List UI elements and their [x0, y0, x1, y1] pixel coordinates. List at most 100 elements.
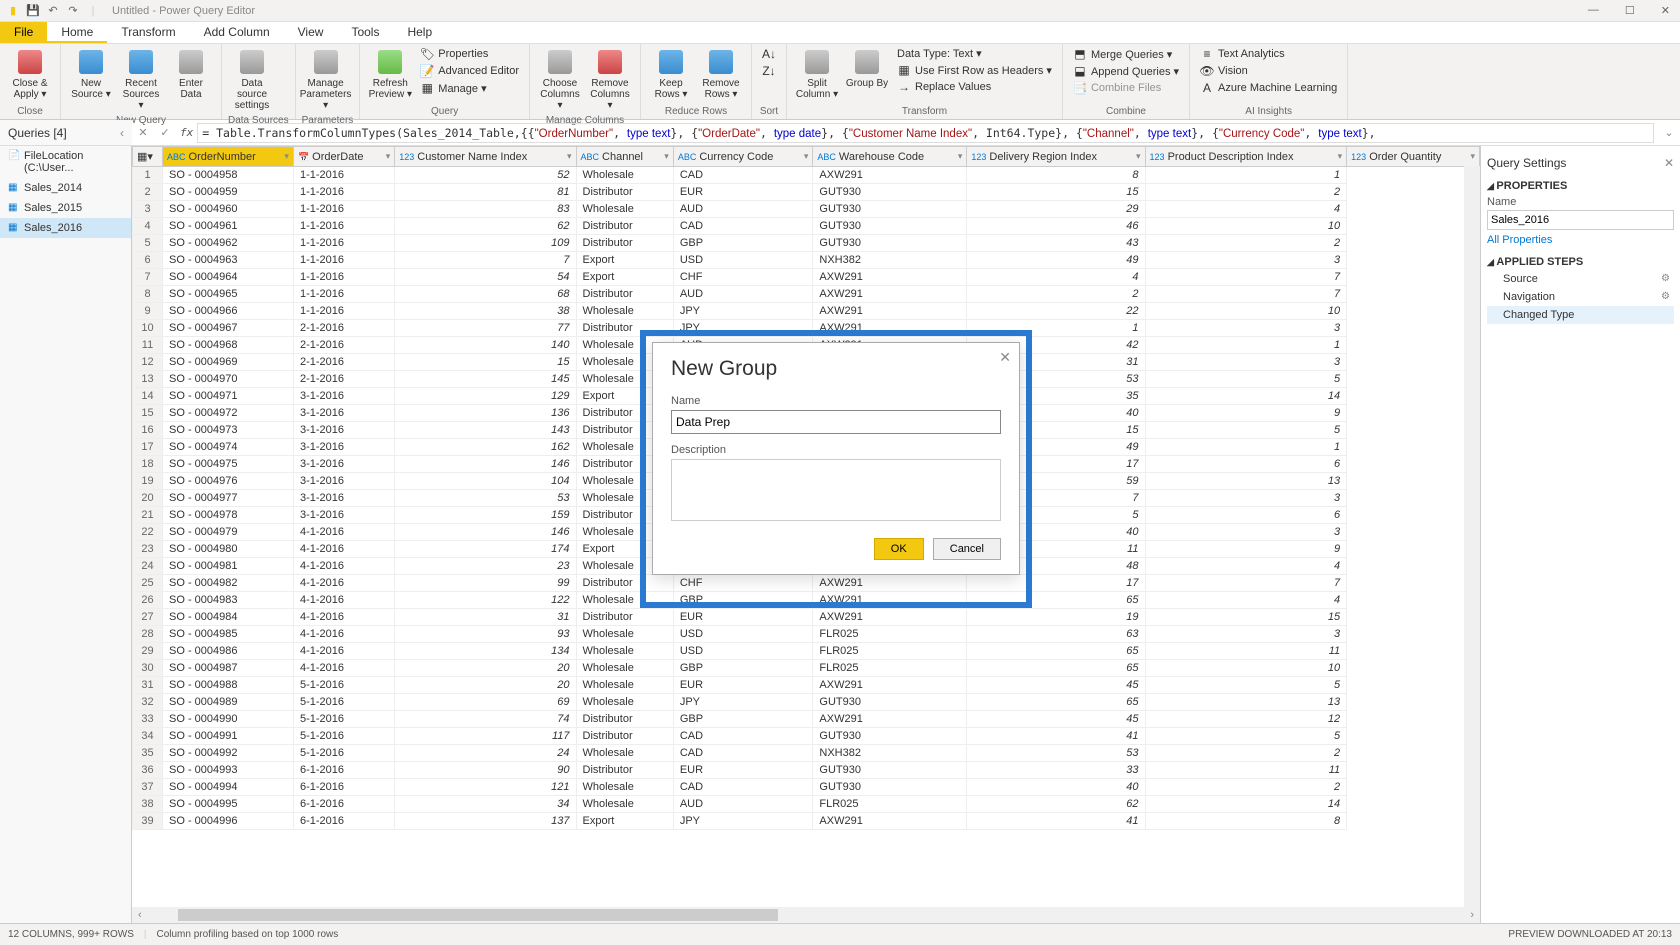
combine-files-button[interactable]: 📑Combine Files: [1069, 80, 1183, 96]
dialog-name-input[interactable]: [671, 410, 1001, 434]
cell[interactable]: 77: [395, 320, 576, 337]
all-properties-link[interactable]: All Properties: [1487, 230, 1674, 250]
cell[interactable]: 49: [967, 252, 1145, 269]
choose-columns-button[interactable]: Choose Columns ▾: [536, 46, 584, 113]
cell[interactable]: 93: [395, 626, 576, 643]
cell[interactable]: 90: [395, 762, 576, 779]
cell[interactable]: 3: [1145, 490, 1347, 507]
cell[interactable]: 5-1-2016: [293, 677, 394, 694]
cell[interactable]: 8: [967, 167, 1145, 184]
cell[interactable]: SO - 0004979: [163, 524, 294, 541]
cell[interactable]: AXW291: [813, 286, 967, 303]
dialog-description-input[interactable]: [671, 459, 1001, 521]
cell[interactable]: 14: [1145, 796, 1347, 813]
cell[interactable]: SO - 0004987: [163, 660, 294, 677]
cell[interactable]: SO - 0004965: [163, 286, 294, 303]
cell[interactable]: SO - 0004989: [163, 694, 294, 711]
cell[interactable]: 3-1-2016: [293, 439, 394, 456]
text-analytics-button[interactable]: ≡Text Analytics: [1196, 46, 1341, 62]
cell[interactable]: 174: [395, 541, 576, 558]
cell[interactable]: 54: [395, 269, 576, 286]
cell[interactable]: 52: [395, 167, 576, 184]
table-row[interactable]: 1SO - 00049581-1-201652WholesaleCADAXW29…: [133, 167, 1480, 184]
cell[interactable]: 74: [395, 711, 576, 728]
cell[interactable]: 4-1-2016: [293, 626, 394, 643]
cell[interactable]: EUR: [673, 184, 813, 201]
cell[interactable]: 2: [1145, 184, 1347, 201]
cell[interactable]: 7: [1145, 269, 1347, 286]
cell[interactable]: GUT930: [813, 779, 967, 796]
cell[interactable]: 68: [395, 286, 576, 303]
cell[interactable]: 10: [1145, 218, 1347, 235]
cell[interactable]: Distributor: [576, 184, 673, 201]
step-gear-icon[interactable]: ⚙: [1661, 273, 1670, 284]
cell[interactable]: 5: [1145, 422, 1347, 439]
table-row[interactable]: 32SO - 00049895-1-201669WholesaleJPYGUT9…: [133, 694, 1480, 711]
minimize-button[interactable]: —: [1584, 4, 1603, 17]
cell[interactable]: AXW291: [813, 303, 967, 320]
cell[interactable]: 1-1-2016: [293, 269, 394, 286]
cell[interactable]: Wholesale: [576, 167, 673, 184]
cell[interactable]: 23: [395, 558, 576, 575]
cell[interactable]: SO - 0004982: [163, 575, 294, 592]
cell[interactable]: SO - 0004958: [163, 167, 294, 184]
cell[interactable]: 46: [967, 218, 1145, 235]
cell[interactable]: SO - 0004966: [163, 303, 294, 320]
cell[interactable]: SO - 0004988: [163, 677, 294, 694]
cell[interactable]: 2-1-2016: [293, 371, 394, 388]
cell[interactable]: 38: [395, 303, 576, 320]
cell[interactable]: 2: [1145, 235, 1347, 252]
column-header[interactable]: ABCWarehouse Code▾: [813, 147, 967, 167]
cell[interactable]: FLR025: [813, 796, 967, 813]
cell[interactable]: Distributor: [576, 762, 673, 779]
cell[interactable]: CAD: [673, 779, 813, 796]
column-header[interactable]: ABCCurrency Code▾: [673, 147, 813, 167]
dialog-close-icon[interactable]: ✕: [999, 349, 1011, 366]
cell[interactable]: 6-1-2016: [293, 762, 394, 779]
cell[interactable]: GUT930: [813, 201, 967, 218]
cell[interactable]: 41: [967, 813, 1145, 830]
cell[interactable]: AXW291: [813, 269, 967, 286]
query-item[interactable]: Sales_2014: [0, 178, 131, 198]
cell[interactable]: 3-1-2016: [293, 388, 394, 405]
cell[interactable]: SO - 0004983: [163, 592, 294, 609]
cell[interactable]: 40: [967, 779, 1145, 796]
cell[interactable]: 65: [967, 694, 1145, 711]
cell[interactable]: 3: [1145, 626, 1347, 643]
cell[interactable]: SO - 0004978: [163, 507, 294, 524]
column-header[interactable]: 123Delivery Region Index▾: [967, 147, 1145, 167]
cell[interactable]: 5-1-2016: [293, 711, 394, 728]
column-header[interactable]: 123Customer Name Index▾: [395, 147, 576, 167]
cell[interactable]: CHF: [673, 269, 813, 286]
cell[interactable]: 6: [1145, 507, 1347, 524]
step-gear-icon[interactable]: ⚙: [1661, 291, 1670, 302]
cell[interactable]: Export: [576, 269, 673, 286]
cell[interactable]: SO - 0004991: [163, 728, 294, 745]
cell[interactable]: SO - 0004995: [163, 796, 294, 813]
cell[interactable]: 53: [967, 745, 1145, 762]
fx-icon[interactable]: fx: [176, 126, 197, 139]
cell[interactable]: 2: [967, 286, 1145, 303]
cell[interactable]: 6-1-2016: [293, 813, 394, 830]
cell[interactable]: 65: [967, 660, 1145, 677]
table-row[interactable]: 35SO - 00049925-1-201624WholesaleCADNXH3…: [133, 745, 1480, 762]
table-row[interactable]: 4SO - 00049611-1-201662DistributorCADGUT…: [133, 218, 1480, 235]
table-row[interactable]: 31SO - 00049885-1-201620WholesaleEURAXW2…: [133, 677, 1480, 694]
cell[interactable]: 4: [1145, 558, 1347, 575]
cell[interactable]: 12: [1145, 711, 1347, 728]
cell[interactable]: 6: [1145, 456, 1347, 473]
manage-parameters-button[interactable]: Manage Parameters ▾: [302, 46, 350, 113]
cell[interactable]: SO - 0004985: [163, 626, 294, 643]
cell[interactable]: AXW291: [813, 711, 967, 728]
table-row[interactable]: 37SO - 00049946-1-2016121WholesaleCADGUT…: [133, 779, 1480, 796]
cell[interactable]: SO - 0004986: [163, 643, 294, 660]
table-row[interactable]: 36SO - 00049936-1-201690DistributorEURGU…: [133, 762, 1480, 779]
cell[interactable]: AXW291: [813, 813, 967, 830]
table-row[interactable]: 28SO - 00049854-1-201693WholesaleUSDFLR0…: [133, 626, 1480, 643]
cell[interactable]: 3: [1145, 320, 1347, 337]
cell[interactable]: Wholesale: [576, 303, 673, 320]
cell[interactable]: Wholesale: [576, 779, 673, 796]
cell[interactable]: 6-1-2016: [293, 796, 394, 813]
data-source-settings-button[interactable]: Data source settings: [228, 46, 276, 113]
cell[interactable]: SO - 0004972: [163, 405, 294, 422]
